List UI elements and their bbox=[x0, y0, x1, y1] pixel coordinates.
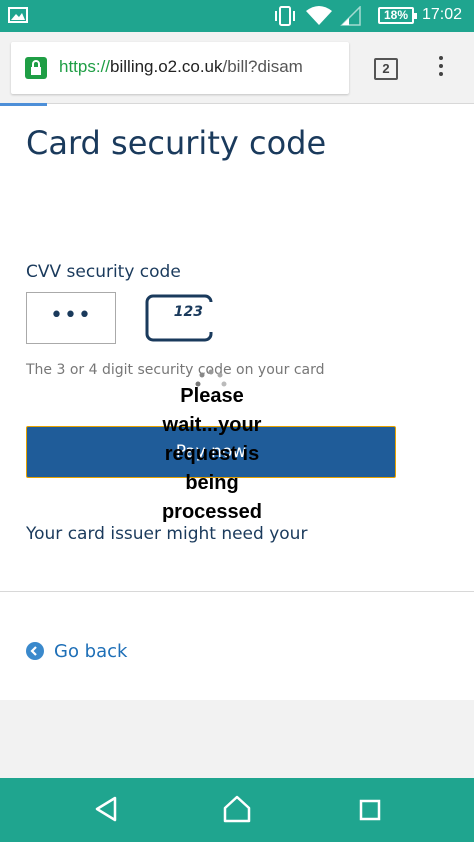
home-icon[interactable] bbox=[222, 794, 252, 824]
url-text[interactable]: https://billing.o2.co.uk/bill?disam bbox=[59, 57, 339, 77]
vibrate-icon bbox=[275, 6, 295, 26]
page-footer bbox=[0, 700, 474, 778]
url-path: /bill?disam bbox=[222, 57, 303, 76]
back-arrow-icon bbox=[26, 642, 44, 660]
go-back-link[interactable]: Go back bbox=[26, 640, 127, 662]
recent-apps-icon[interactable] bbox=[359, 799, 381, 821]
page-load-progress bbox=[0, 103, 47, 106]
card-security-code-icon: 123 bbox=[145, 294, 213, 342]
battery-icon: 18% bbox=[378, 7, 417, 24]
image-notification-icon bbox=[8, 7, 28, 23]
url-scheme: https:// bbox=[59, 57, 111, 76]
address-bar[interactable]: https://billing.o2.co.uk/bill?disam bbox=[11, 42, 349, 94]
lock-icon[interactable] bbox=[25, 57, 47, 79]
overflow-menu-icon[interactable] bbox=[439, 56, 445, 80]
status-bar: 18% 17:02 bbox=[0, 0, 474, 32]
cvv-hint: The 3 or 4 digit security code on your c… bbox=[26, 362, 325, 378]
cvv-label: CVV security code bbox=[26, 262, 181, 282]
issuer-text: Your card issuer might need your bbox=[26, 524, 308, 544]
cvv-input[interactable]: ••• bbox=[26, 292, 116, 344]
back-icon[interactable] bbox=[94, 796, 118, 822]
page-title: Card security code bbox=[26, 124, 327, 162]
divider bbox=[0, 591, 474, 592]
browser-toolbar: https://billing.o2.co.uk/bill?disam 2 bbox=[0, 32, 474, 104]
navigation-bar bbox=[0, 778, 474, 842]
clock: 17:02 bbox=[422, 6, 463, 23]
signal-icon bbox=[340, 6, 361, 26]
wifi-icon bbox=[306, 6, 332, 25]
go-back-label: Go back bbox=[54, 640, 128, 662]
tab-switcher-button[interactable]: 2 bbox=[374, 58, 398, 80]
url-host: billing.o2.co.uk bbox=[110, 57, 223, 76]
card-hint-number: 123 bbox=[173, 304, 203, 320]
loading-message: Please wait...your request is being proc… bbox=[161, 385, 263, 523]
